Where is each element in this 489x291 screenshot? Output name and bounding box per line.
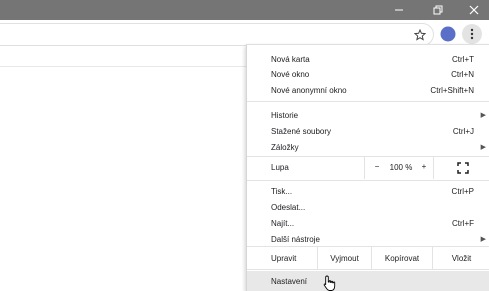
- fullscreen-icon[interactable]: [457, 162, 469, 174]
- hand-cursor-icon: [323, 275, 336, 291]
- menu-item-settings[interactable]: Nastavení: [247, 271, 489, 291]
- menu-item-new-window[interactable]: Nové okno Ctrl+N: [247, 67, 489, 81]
- avatar[interactable]: [440, 26, 456, 42]
- star-icon[interactable]: [412, 27, 428, 43]
- zoom-out-button[interactable]: −: [372, 162, 382, 171]
- paste-label: Vložit: [451, 253, 472, 263]
- menu-item-print[interactable]: Tisk... Ctrl+P: [247, 184, 489, 198]
- menu-item-label: Nové anonymní okno: [271, 85, 347, 95]
- cut-button[interactable]: Vyjmout: [317, 247, 371, 269]
- zoom-row: Lupa − 100 % +: [247, 157, 489, 179]
- menu-item-label: Nová karta: [271, 54, 310, 64]
- zoom-controls: − 100 % +: [364, 157, 434, 179]
- menu-item-label: Nové okno: [271, 69, 310, 79]
- menu-item-shortcut: Ctrl+F: [452, 218, 474, 228]
- zoom-value: 100 %: [389, 163, 413, 172]
- restore-icon[interactable]: [423, 0, 453, 20]
- menu-separator: [247, 180, 489, 181]
- menu-item-shortcut: Ctrl+P: [451, 186, 474, 196]
- menu-item-more-tools[interactable]: Další nástroje ▶: [247, 232, 489, 246]
- menu-separator: [247, 101, 489, 102]
- menu-item-label: Další nástroje: [271, 234, 320, 244]
- menu-item-incognito[interactable]: Nové anonymní okno Ctrl+Shift+N: [247, 83, 489, 97]
- menu-item-bookmarks[interactable]: Záložky ▶: [247, 140, 489, 154]
- menu-item-label: Historie: [271, 110, 299, 120]
- close-icon[interactable]: [459, 0, 489, 20]
- menu-item-downloads[interactable]: Stažené soubory Ctrl+J: [247, 124, 489, 138]
- menu-item-history[interactable]: Historie ▶: [247, 108, 489, 122]
- menu-item-label: Tisk...: [271, 186, 293, 196]
- minimize-icon[interactable]: [384, 0, 414, 20]
- menu-item-new-tab[interactable]: Nová karta Ctrl+T: [247, 52, 489, 66]
- menu-item-label: Odeslat...: [271, 202, 306, 212]
- address-bar[interactable]: [0, 23, 434, 46]
- copy-label: Kopírovat: [384, 253, 420, 263]
- window-titlebar: [0, 0, 489, 20]
- menu-item-shortcut: Ctrl+J: [452, 126, 474, 136]
- edit-label: Upravit: [271, 254, 297, 263]
- kebab-menu-icon[interactable]: [462, 24, 482, 44]
- cut-label: Vyjmout: [330, 253, 359, 263]
- page-divider: [0, 66, 246, 67]
- submenu-arrow-icon: ▶: [480, 112, 486, 119]
- menu-item-shortcut: Ctrl+T: [452, 54, 474, 64]
- menu-item-label: Nastavení: [271, 277, 308, 286]
- paste-button[interactable]: Vložit: [432, 247, 489, 269]
- menu-item-label: Stažené soubory: [271, 126, 332, 136]
- copy-button[interactable]: Kopírovat: [371, 247, 432, 269]
- browser-menu: Nová karta Ctrl+T Nové okno Ctrl+N Nové …: [246, 44, 489, 291]
- submenu-arrow-icon: ▶: [480, 236, 486, 243]
- menu-item-label: Záložky: [271, 142, 299, 152]
- menu-item-shortcut: Ctrl+N: [451, 69, 474, 79]
- menu-item-label: Najít...: [271, 218, 295, 228]
- menu-item-cast[interactable]: Odeslat...: [247, 200, 489, 214]
- zoom-label: Lupa: [271, 163, 289, 172]
- submenu-arrow-icon: ▶: [480, 144, 486, 151]
- menu-separator: [247, 269, 489, 270]
- menu-item-find[interactable]: Najít... Ctrl+F: [247, 216, 489, 230]
- zoom-in-button[interactable]: +: [419, 162, 429, 171]
- edit-row: Upravit Vyjmout Kopírovat Vložit: [247, 247, 489, 269]
- menu-item-shortcut: Ctrl+Shift+N: [430, 85, 474, 95]
